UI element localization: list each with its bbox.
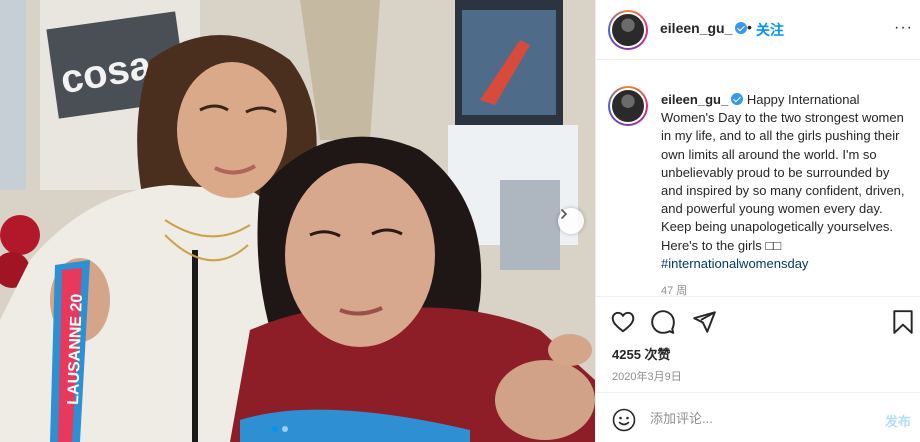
comment-input[interactable] — [650, 407, 870, 429]
photo-illustration: cosa LAUSANNE 20 — [0, 0, 595, 442]
post-photo: cosa LAUSANNE 20 — [0, 0, 595, 442]
comment-box: 发布 — [596, 392, 920, 442]
post-details-panel: eileen_gu_ • 关注 ··· eileen_gu_ Happy Int… — [595, 0, 920, 442]
hashtag-link[interactable]: #internationalwomensday — [661, 256, 808, 271]
caption-username[interactable]: eileen_gu_ — [661, 92, 744, 107]
post-date: 2020年3月9日 — [612, 371, 682, 383]
likes-count[interactable]: 4255 次赞 — [612, 344, 671, 363]
carousel-dots — [272, 426, 288, 432]
caption-avatar[interactable] — [608, 86, 648, 126]
post-comment-button[interactable]: 发布 — [885, 411, 911, 430]
caption-text: eileen_gu_ Happy International Women's D… — [661, 91, 911, 273]
post-header: eileen_gu_ • 关注 ··· — [596, 0, 920, 60]
carousel-dot — [282, 426, 288, 432]
header-separator: • — [747, 19, 752, 35]
follow-button[interactable]: 关注 — [756, 20, 784, 40]
action-bar: 4255 次赞 2020年3月9日 — [596, 296, 920, 392]
carousel-next-button[interactable] — [558, 208, 584, 234]
comment-icon[interactable] — [650, 309, 676, 335]
caption-section: eileen_gu_ Happy International Women's D… — [596, 60, 920, 296]
avatar[interactable] — [608, 10, 648, 50]
header-username[interactable]: eileen_gu_ — [660, 20, 748, 36]
more-options-icon[interactable]: ··· — [894, 19, 913, 37]
verified-badge-icon — [731, 93, 744, 105]
caption-time-ago: 47 周 — [661, 285, 688, 296]
caption-body: Happy International Women's Day to the t… — [661, 92, 905, 253]
bookmark-icon[interactable] — [891, 309, 915, 335]
heart-icon[interactable] — [610, 309, 636, 335]
emoji-icon[interactable] — [612, 408, 636, 432]
carousel-dot-active — [272, 426, 278, 432]
paper-plane-icon[interactable] — [691, 309, 717, 335]
verified-badge-icon — [735, 22, 748, 34]
chevron-right-icon — [561, 209, 568, 219]
